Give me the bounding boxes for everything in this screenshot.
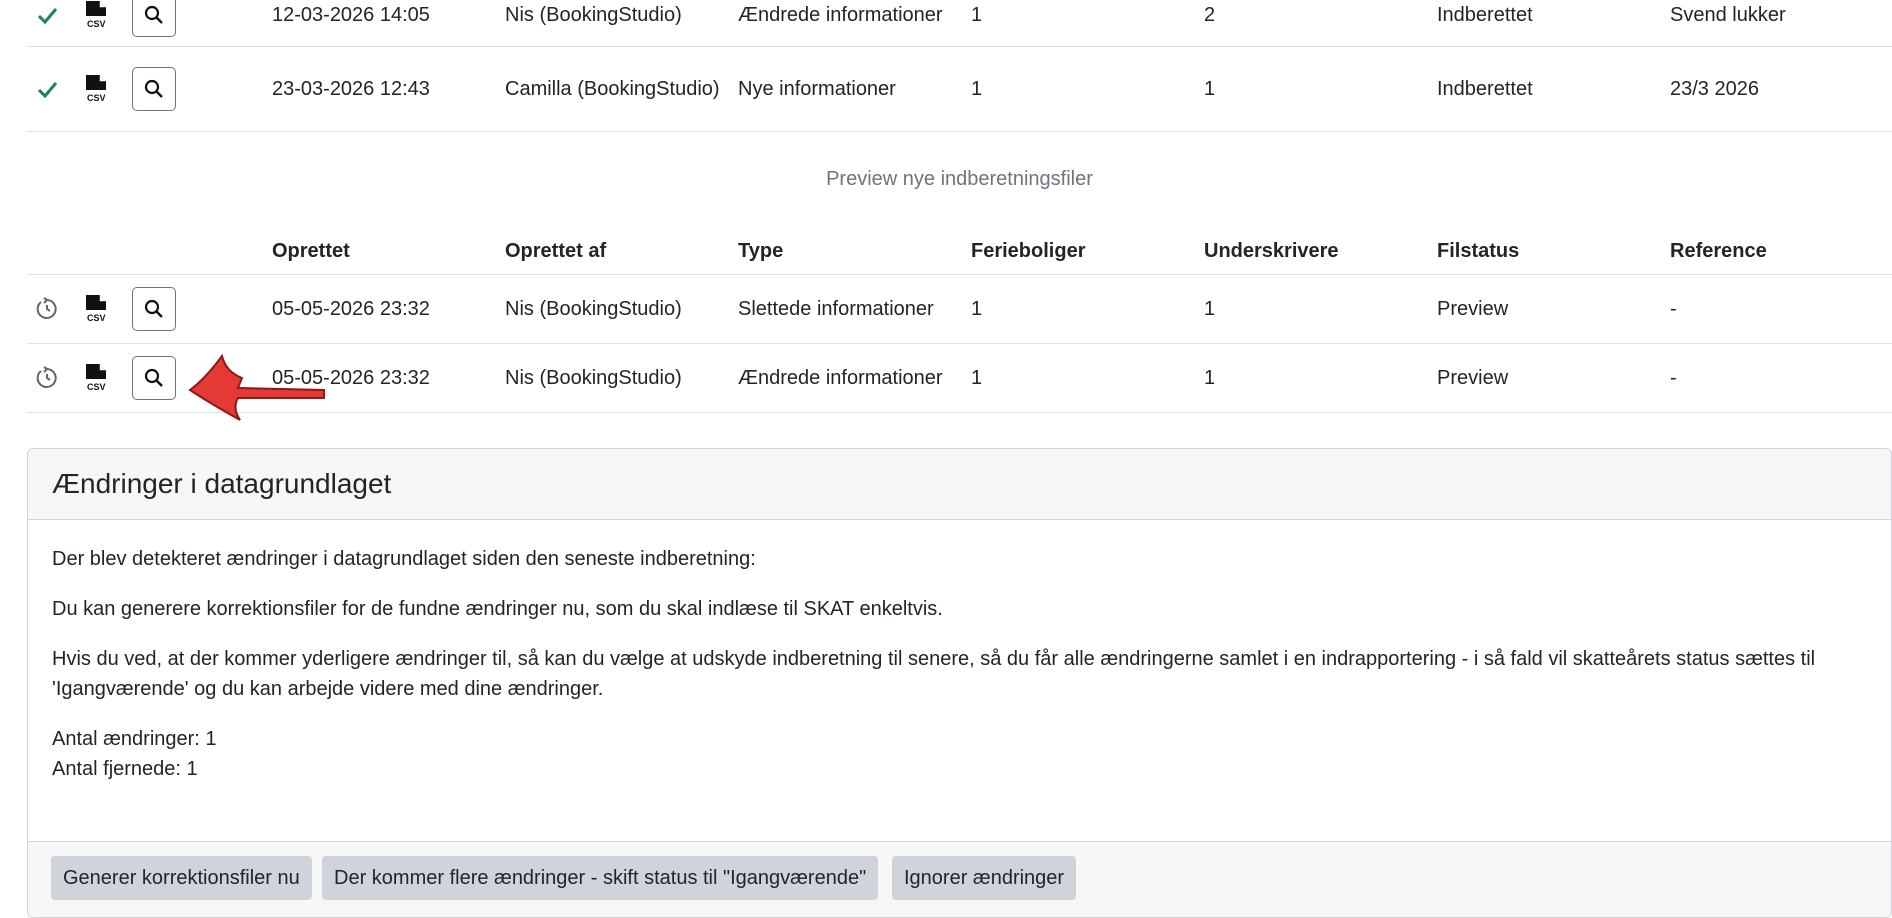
search-button[interactable] bbox=[132, 287, 176, 331]
cell-created-by: Nis (BookingStudio) bbox=[505, 367, 682, 389]
svg-text:CSV: CSV bbox=[87, 19, 106, 29]
card-paragraph-postpone: Hvis du ved, at der kommer yderligere æn… bbox=[52, 648, 1816, 700]
search-icon bbox=[144, 79, 163, 98]
count-changes: Antal ændringer: 1 bbox=[52, 728, 217, 750]
cell-reference: - bbox=[1670, 298, 1677, 320]
cell-created-by: Nis (BookingStudio) bbox=[505, 4, 682, 26]
cell-type: Ændrede informationer bbox=[738, 367, 943, 389]
card-paragraph-generate: Du kan generere korrektionsfiler for de … bbox=[52, 598, 943, 620]
cell-filstatus: Preview bbox=[1437, 298, 1509, 320]
cell-ferieboliger: 1 bbox=[971, 78, 983, 100]
table-row: CSV 23-03-2026 12:43 Camilla (BookingStu… bbox=[27, 47, 1892, 132]
cell-ferieboliger: 1 bbox=[971, 367, 983, 389]
postpone-status-button[interactable]: Der kommer flere ændringer - skift statu… bbox=[322, 856, 879, 900]
changes-card: Ændringer i datagrundlaget Der blev dete… bbox=[27, 448, 1892, 918]
pending-clock-icon bbox=[27, 344, 67, 412]
search-icon bbox=[144, 5, 163, 24]
cell-ferieboliger: 1 bbox=[971, 4, 983, 26]
csv-file-icon[interactable]: CSV bbox=[77, 344, 117, 412]
cell-reference: Svend lukker bbox=[1670, 4, 1786, 26]
cell-filstatus: Indberettet bbox=[1437, 78, 1533, 100]
table-row: CSV 12-03-2026 14:05 Nis (BookingStudio)… bbox=[27, 0, 1892, 47]
column-header-filstatus: Filstatus bbox=[1437, 240, 1520, 262]
cell-underskrivere: 1 bbox=[1204, 78, 1216, 100]
column-header-ferieboliger: Ferieboliger bbox=[971, 240, 1086, 262]
search-icon bbox=[144, 299, 163, 318]
card-paragraph-detected: Der blev detekteret ændringer i datagrun… bbox=[52, 548, 756, 570]
column-header-created-by: Oprettet af bbox=[505, 240, 607, 262]
cell-created: 05-05-2026 23:32 bbox=[272, 298, 430, 320]
column-header-created: Oprettet bbox=[272, 240, 350, 262]
check-icon bbox=[27, 0, 67, 46]
cell-underskrivere: 2 bbox=[1204, 4, 1216, 26]
csv-file-icon[interactable]: CSV bbox=[77, 275, 117, 343]
cell-reference: 23/3 2026 bbox=[1670, 78, 1759, 100]
generate-corrections-button[interactable]: Generer korrektionsfiler nu bbox=[51, 856, 312, 900]
svg-text:CSV: CSV bbox=[87, 313, 106, 323]
cell-reference: - bbox=[1670, 367, 1677, 389]
svg-text:CSV: CSV bbox=[87, 93, 106, 103]
cell-created: 12-03-2026 14:05 bbox=[272, 4, 430, 26]
count-removed: Antal fjernede: 1 bbox=[52, 758, 198, 780]
ignore-changes-button[interactable]: Ignorer ændringer bbox=[892, 856, 1077, 900]
table-header-row: Oprettet Oprettet af Type Ferieboliger U… bbox=[27, 228, 1892, 275]
cell-underskrivere: 1 bbox=[1204, 367, 1216, 389]
column-header-underskrivere: Underskrivere bbox=[1204, 240, 1339, 262]
preview-section-title: Preview nye indberetningsfiler bbox=[826, 168, 1093, 190]
card-body: Der blev detekteret ændringer i datagrun… bbox=[28, 520, 1891, 784]
csv-file-icon[interactable]: CSV bbox=[77, 0, 117, 46]
cell-ferieboliger: 1 bbox=[971, 298, 983, 320]
svg-text:CSV: CSV bbox=[87, 382, 106, 392]
search-button[interactable] bbox=[132, 0, 176, 37]
cell-type: Slettede informationer bbox=[738, 298, 934, 320]
table-row: CSV 05-05-2026 23:32 Nis (BookingStudio)… bbox=[27, 275, 1892, 344]
pending-clock-icon bbox=[27, 275, 67, 343]
cell-type: Ændrede informationer bbox=[738, 4, 943, 26]
csv-file-icon[interactable]: CSV bbox=[77, 47, 117, 131]
check-icon bbox=[27, 47, 67, 131]
search-icon bbox=[144, 368, 163, 387]
column-header-reference: Reference bbox=[1670, 240, 1767, 262]
card-title: Ændringer i datagrundlaget bbox=[28, 449, 1891, 520]
card-footer: Generer korrektionsfiler nu Der kommer f… bbox=[28, 841, 1891, 917]
search-button[interactable] bbox=[132, 67, 176, 111]
search-button[interactable] bbox=[132, 356, 176, 400]
cell-type: Nye informationer bbox=[738, 78, 896, 100]
cell-created-by: Nis (BookingStudio) bbox=[505, 298, 682, 320]
column-header-type: Type bbox=[738, 240, 784, 262]
cell-underskrivere: 1 bbox=[1204, 298, 1216, 320]
cell-created: 23-03-2026 12:43 bbox=[272, 78, 430, 100]
cell-filstatus: Indberettet bbox=[1437, 4, 1533, 26]
cell-created-by: Camilla (BookingStudio) bbox=[505, 78, 720, 100]
cell-filstatus: Preview bbox=[1437, 367, 1509, 389]
annotation-arrow-icon bbox=[188, 353, 325, 421]
